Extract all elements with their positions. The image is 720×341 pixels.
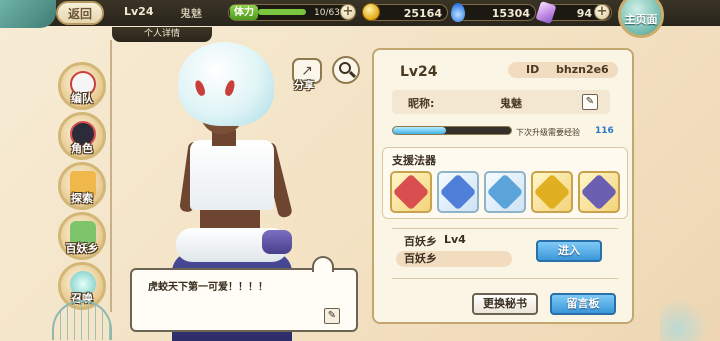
support-tools-title: 支援法器 xyxy=(392,154,436,167)
crystal-count: 94 xyxy=(576,7,592,20)
message-board-button[interactable]: 留言板 xyxy=(550,293,616,315)
golden-sword-icon xyxy=(533,173,571,211)
blue-fan-icon xyxy=(486,173,524,211)
stamina-bar-fill xyxy=(258,9,306,15)
crystal-mace-icon xyxy=(439,173,477,211)
village-name: 百妖乡 xyxy=(396,251,512,267)
support-tool-2[interactable] xyxy=(437,171,479,213)
nav-character-label: 角色 xyxy=(71,142,93,155)
top-bar xyxy=(0,0,720,26)
add-crystal-button[interactable]: + xyxy=(594,4,610,20)
nav-village-label: 百妖乡 xyxy=(65,242,99,255)
player-level: Lv24 xyxy=(124,5,154,18)
gold-blade-icon xyxy=(580,173,618,211)
staff-gem-icon xyxy=(392,173,430,211)
support-tool-4[interactable] xyxy=(531,171,573,213)
share-label: 分享 xyxy=(294,81,314,92)
gem-icon xyxy=(451,3,465,22)
exp-bar-fill xyxy=(393,127,446,134)
edit-speech-button[interactable]: ✎ xyxy=(324,308,340,324)
support-tool-1[interactable] xyxy=(390,171,432,213)
player-name: 鬼魅 xyxy=(180,7,202,20)
speech-text: 虎蛟天下第一可爱！！！！ xyxy=(148,282,268,293)
divider xyxy=(392,278,618,279)
search-icon-handle xyxy=(348,70,357,79)
nav-team-label: 编队 xyxy=(71,92,93,105)
village-level: Lv4 xyxy=(444,233,466,246)
enter-village-button[interactable]: 进入 xyxy=(536,240,602,262)
character-glove xyxy=(262,230,292,254)
exp-text: 下次升级需要经验 xyxy=(516,128,580,137)
pencil-icon: ✎ xyxy=(585,96,595,107)
search-button[interactable] xyxy=(332,56,360,84)
divider xyxy=(392,228,618,229)
nav-explore-label: 探索 xyxy=(71,192,93,205)
pencil-icon: ✎ xyxy=(327,310,337,321)
speech-bubble-tail xyxy=(312,256,334,272)
edit-nickname-button[interactable]: ✎ xyxy=(582,94,598,110)
back-button[interactable]: 返回 xyxy=(56,1,104,25)
add-stamina-button[interactable]: + xyxy=(340,4,356,20)
id-value: bhzn2e6 xyxy=(556,63,609,76)
page-title: 个人详情 xyxy=(112,27,212,42)
support-tool-5[interactable] xyxy=(578,171,620,213)
gem-count: 15304 xyxy=(491,7,530,20)
nickname-value: 鬼魅 xyxy=(500,97,522,110)
stamina-value: 10/63 xyxy=(314,8,340,18)
corner-decoration xyxy=(660,300,720,341)
village-label: 百妖乡 xyxy=(404,235,437,248)
profile-level: Lv24 xyxy=(400,64,438,80)
stamina-label: 体力 xyxy=(230,5,258,20)
coin-icon xyxy=(362,3,380,21)
coin-count: 25164 xyxy=(403,7,442,20)
corner-decoration xyxy=(0,0,56,28)
support-tool-3[interactable] xyxy=(484,171,526,213)
home-button[interactable]: 主页面 xyxy=(618,0,664,38)
id-label: ID xyxy=(526,63,540,76)
change-secretary-button[interactable]: 更换秘书 xyxy=(472,293,538,315)
exp-needed: 116 xyxy=(595,126,614,136)
nickname-label: 昵称: xyxy=(408,97,435,110)
character-top xyxy=(190,140,274,210)
